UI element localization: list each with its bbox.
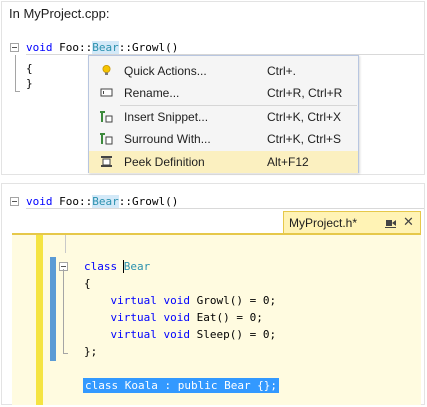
class-name-bear: Bear	[123, 260, 151, 273]
method-decl: Growl() = 0;	[189, 294, 277, 307]
method-decl: Sleep() = 0;	[189, 328, 277, 341]
menu-item-shortcut: Ctrl+R, Ctrl+R	[267, 86, 343, 100]
close-icon[interactable]: ✕	[403, 215, 414, 229]
collapse-toggle-icon[interactable]	[10, 197, 19, 206]
context-menu: Quick Actions... Ctrl+. Rename... Ctrl+R…	[88, 55, 359, 173]
function-signature: void Foo::Bear::Growl()	[26, 41, 178, 54]
menu-item-label: Rename...	[124, 86, 180, 100]
keyword-void: void	[163, 311, 190, 324]
outline-tick	[15, 91, 20, 92]
keyword-virtual: virtual	[110, 328, 157, 341]
outline-line	[63, 269, 64, 353]
code-line: class Bear	[84, 260, 150, 273]
top-code-panel: In MyProject.cpp: void Foo::Bear::Growl(…	[1, 1, 425, 175]
menu-item-quick-actions[interactable]: Quick Actions... Ctrl+.	[89, 60, 358, 82]
code-line: virtual void Sleep() = 0;	[84, 328, 277, 341]
keyword-virtual: virtual	[110, 294, 157, 307]
function-signature: void Foo::Bear::Growl()	[26, 195, 178, 208]
change-indicator-bar	[50, 257, 56, 361]
method-decl: Eat() = 0;	[189, 311, 263, 324]
outline-line	[15, 55, 16, 91]
peek-ruler	[65, 235, 66, 253]
rename-icon	[100, 88, 113, 97]
insert-snippet-icon	[100, 111, 113, 123]
keyword-class: class	[84, 260, 118, 273]
code-line: virtual void Eat() = 0;	[84, 311, 263, 324]
keyword-virtual: virtual	[110, 311, 157, 324]
surround-with-icon	[100, 133, 113, 145]
promote-to-document-icon[interactable]	[385, 217, 397, 229]
keyword-void: void	[26, 41, 53, 54]
selected-code-line[interactable]: class Koala : public Bear {};	[83, 378, 280, 393]
symbol-bear[interactable]: Bear	[92, 41, 119, 54]
peek-definition-window[interactable]: class Bear { virtual void Growl() = 0; v…	[12, 235, 421, 405]
menu-item-insert-snippet[interactable]: Insert Snippet... Ctrl+K, Ctrl+X	[89, 106, 358, 128]
outline-tick	[63, 353, 68, 354]
menu-item-shortcut: Ctrl+K, Ctrl+S	[267, 132, 342, 146]
menu-item-peek-definition[interactable]: Peek Definition Alt+F12	[89, 151, 358, 173]
peek-definition-icon	[101, 156, 112, 167]
peek-tab[interactable]: MyProject.h* ✕	[283, 211, 421, 233]
keyword-void: void	[26, 195, 53, 208]
scope-suffix: ::Growl()	[118, 41, 179, 54]
menu-item-shortcut: Ctrl+.	[267, 64, 297, 78]
scope-prefix: Foo::	[52, 195, 93, 208]
code-line: virtual void Growl() = 0;	[84, 294, 277, 307]
peek-accent-bar	[36, 235, 43, 405]
peek-tab-title: MyProject.h*	[289, 216, 358, 230]
menu-item-shortcut: Alt+F12	[267, 155, 309, 169]
file-caption: In MyProject.cpp:	[9, 6, 110, 21]
lightbulb-icon	[102, 65, 111, 75]
code-line: };	[84, 345, 98, 358]
brace-close: }	[26, 77, 33, 90]
bottom-code-panel: void Foo::Bear::Growl() MyProject.h* ✕ c…	[1, 183, 425, 405]
menu-item-rename[interactable]: Rename... Ctrl+R, Ctrl+R	[89, 82, 358, 104]
code-line: {	[84, 277, 91, 290]
menu-item-shortcut: Ctrl+K, Ctrl+X	[267, 110, 342, 124]
scope-prefix: Foo::	[52, 41, 93, 54]
menu-item-label: Surround With...	[124, 132, 211, 146]
signature-divider	[26, 208, 424, 209]
menu-item-label: Insert Snippet...	[124, 110, 209, 124]
brace-open: {	[26, 62, 33, 75]
text-caret	[123, 260, 124, 273]
symbol-bear[interactable]: Bear	[92, 195, 119, 208]
menu-item-surround-with[interactable]: Surround With... Ctrl+K, Ctrl+S	[89, 128, 358, 150]
keyword-void: void	[163, 328, 190, 341]
keyword-void: void	[163, 294, 190, 307]
scope-suffix: ::Growl()	[118, 195, 179, 208]
menu-item-label: Peek Definition	[124, 155, 205, 169]
menu-item-label: Quick Actions...	[124, 64, 207, 78]
collapse-toggle-icon[interactable]	[10, 43, 19, 52]
